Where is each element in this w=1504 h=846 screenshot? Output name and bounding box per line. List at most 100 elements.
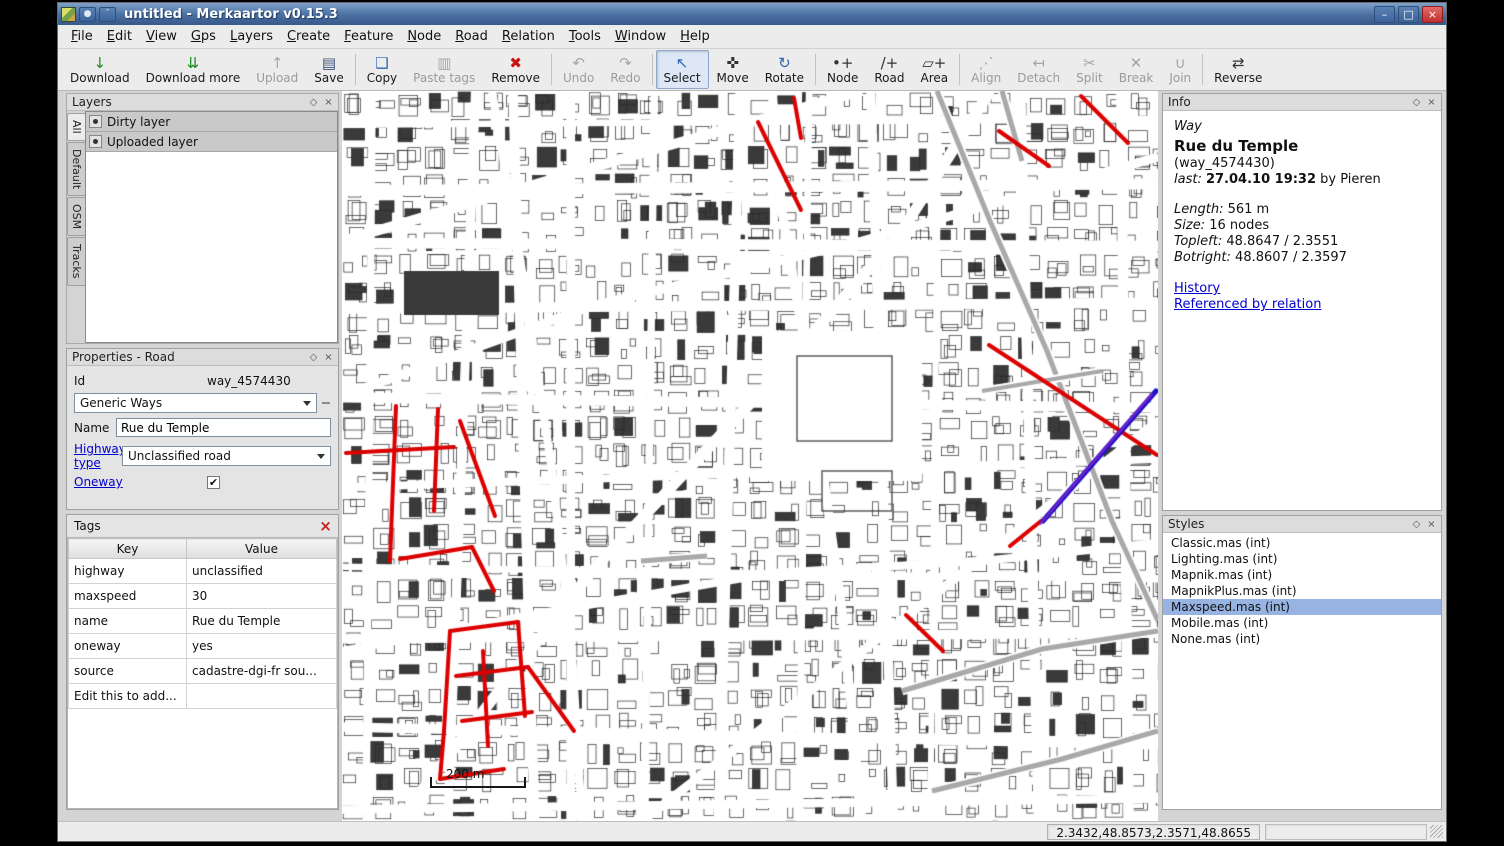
tag-row-add[interactable]: Edit this to add... — [69, 684, 337, 709]
menu-gps[interactable]: Gps — [184, 26, 223, 47]
area-tool-button[interactable]: ▱+ Area — [912, 50, 956, 89]
tag-key[interactable]: maxspeed — [69, 584, 187, 609]
menu-help[interactable]: Help — [673, 26, 717, 47]
highway-type-link[interactable]: Highway type — [74, 442, 122, 470]
layers-tab-tracks[interactable]: Tracks — [67, 237, 85, 286]
info-panel: Info ◇ × Way Rue du Temple (way_4574430)… — [1162, 93, 1442, 511]
menu-tools[interactable]: Tools — [562, 26, 608, 47]
tag-row-highway[interactable]: highway unclassified — [69, 559, 337, 584]
menu-create[interactable]: Create — [280, 26, 337, 47]
menu-node[interactable]: Node — [400, 26, 448, 47]
tag-key[interactable]: oneway — [69, 634, 187, 659]
tag-value[interactable]: unclassified — [187, 559, 337, 584]
feature-type-combo[interactable]: Generic Ways — [74, 393, 317, 413]
styles-item-none[interactable]: None.mas (int) — [1163, 631, 1441, 647]
tool-bar: ↓ Download ⇊ Download more ↑ Upload ▤ Sa… — [58, 49, 1446, 91]
tag-key[interactable]: name — [69, 609, 187, 634]
rotate-tool-button[interactable]: ↻ Rotate — [757, 50, 812, 89]
layer-visibility-icon[interactable] — [89, 115, 102, 128]
dock-close-icon[interactable]: × — [1424, 95, 1439, 109]
menu-road[interactable]: Road — [448, 26, 495, 47]
menu-feature[interactable]: Feature — [337, 26, 400, 47]
tag-row-oneway[interactable]: oneway yes — [69, 634, 337, 659]
road-tool-button[interactable]: /+ Road — [866, 50, 912, 89]
styles-item-maxspeed[interactable]: Maxspeed.mas (int) — [1163, 599, 1441, 615]
tag-value[interactable]: yes — [187, 634, 337, 659]
download-icon: ↓ — [94, 55, 107, 72]
tag-value[interactable]: cadastre-dgi-fr sou... — [187, 659, 337, 684]
map-view[interactable]: 200 m — [342, 91, 1158, 821]
oneway-checkbox[interactable]: ✔ — [207, 476, 220, 489]
menu-edit[interactable]: Edit — [100, 26, 139, 47]
layer-item-uploaded[interactable]: Uploaded layer — [86, 132, 337, 152]
map-canvas[interactable] — [342, 91, 1158, 821]
size-label: Size: — [1174, 218, 1205, 233]
move-icon: ✜ — [726, 55, 739, 72]
tag-row-name[interactable]: name Rue du Temple — [69, 609, 337, 634]
window-shade-button[interactable]: ˆ — [99, 7, 116, 22]
dock-float-icon[interactable]: ◇ — [306, 350, 321, 364]
styles-item-mapnikplus[interactable]: MapnikPlus.mas (int) — [1163, 583, 1441, 599]
menu-window[interactable]: Window — [608, 26, 673, 47]
menu-view[interactable]: View — [139, 26, 184, 47]
copy-button[interactable]: ❑ Copy — [359, 50, 405, 89]
road-label: Road — [874, 72, 904, 85]
dock-float-icon[interactable]: ◇ — [1409, 95, 1424, 109]
layer-visibility-icon[interactable] — [89, 135, 102, 148]
referenced-by-relation-link[interactable]: Referenced by relation — [1174, 297, 1430, 313]
styles-item-classic[interactable]: Classic.mas (int) — [1163, 535, 1441, 551]
menu-layers[interactable]: Layers — [223, 26, 280, 47]
dock-close-icon[interactable]: × — [321, 95, 336, 109]
tag-value[interactable]: 30 — [187, 584, 337, 609]
styles-item-mobile[interactable]: Mobile.mas (int) — [1163, 615, 1441, 631]
name-label: Name — [74, 421, 116, 435]
layer-item-dirty[interactable]: Dirty layer — [86, 112, 337, 132]
highway-type-combo[interactable]: Unclassified road — [122, 446, 331, 466]
menu-relation[interactable]: Relation — [495, 26, 562, 47]
oneway-link[interactable]: Oneway — [74, 475, 207, 489]
tag-row-maxspeed[interactable]: maxspeed 30 — [69, 584, 337, 609]
scale-bar: 200 m — [430, 767, 526, 788]
maximize-button[interactable]: □ — [1398, 6, 1419, 23]
tag-key[interactable]: highway — [69, 559, 187, 584]
minimize-button[interactable]: – — [1374, 6, 1395, 23]
history-link[interactable]: History — [1174, 281, 1430, 297]
window-menu-button[interactable]: ● — [79, 7, 96, 22]
tag-value[interactable]: Rue du Temple — [187, 609, 337, 634]
reverse-label: Reverse — [1214, 72, 1262, 85]
resize-grip[interactable] — [1430, 825, 1443, 838]
dock-float-icon[interactable]: ◇ — [1409, 517, 1424, 531]
name-input[interactable] — [116, 418, 331, 437]
layers-tab-all[interactable]: All — [67, 113, 85, 141]
title-bar[interactable]: ● ˆ untitled - Merkaartor v0.15.3 – □ × — [58, 3, 1446, 25]
styles-panel: Styles ◇ × Classic.mas (int) Lighting.ma… — [1162, 515, 1442, 810]
tag-value-empty[interactable] — [187, 684, 337, 709]
reverse-button[interactable]: ⇄ Reverse — [1206, 50, 1270, 89]
dock-float-icon[interactable]: ◇ — [306, 95, 321, 109]
layers-tab-default[interactable]: Default — [67, 142, 85, 196]
download-button[interactable]: ↓ Download — [62, 50, 138, 89]
tags-panel-title: Tags — [74, 519, 101, 533]
desktop-background: ● ˆ untitled - Merkaartor v0.15.3 – □ × … — [0, 0, 1504, 846]
node-tool-button[interactable]: •+ Node — [819, 50, 866, 89]
styles-list: Classic.mas (int) Lighting.mas (int) Map… — [1163, 533, 1441, 809]
tag-add-placeholder[interactable]: Edit this to add... — [69, 684, 187, 709]
download-more-button[interactable]: ⇊ Download more — [138, 50, 249, 89]
menu-file[interactable]: File — [64, 26, 100, 47]
id-label: Id — [74, 374, 207, 388]
save-button[interactable]: ▤ Save — [306, 50, 351, 89]
remove-button[interactable]: ✖ Remove — [483, 50, 548, 89]
tag-row-source[interactable]: source cadastre-dgi-fr sou... — [69, 659, 337, 684]
styles-item-lighting[interactable]: Lighting.mas (int) — [1163, 551, 1441, 567]
node-label: Node — [827, 72, 858, 85]
styles-item-mapnik[interactable]: Mapnik.mas (int) — [1163, 567, 1441, 583]
close-button[interactable]: × — [1422, 6, 1443, 23]
road-icon: /+ — [881, 55, 899, 72]
tag-key[interactable]: source — [69, 659, 187, 684]
layers-tab-osm[interactable]: OSM — [67, 197, 85, 236]
dock-close-icon[interactable]: × — [1424, 517, 1439, 531]
move-tool-button[interactable]: ✜ Move — [709, 50, 757, 89]
tags-close-icon[interactable]: × — [317, 518, 334, 535]
dock-close-icon[interactable]: × — [321, 350, 336, 364]
select-tool-button[interactable]: ↖ Select — [656, 50, 709, 89]
